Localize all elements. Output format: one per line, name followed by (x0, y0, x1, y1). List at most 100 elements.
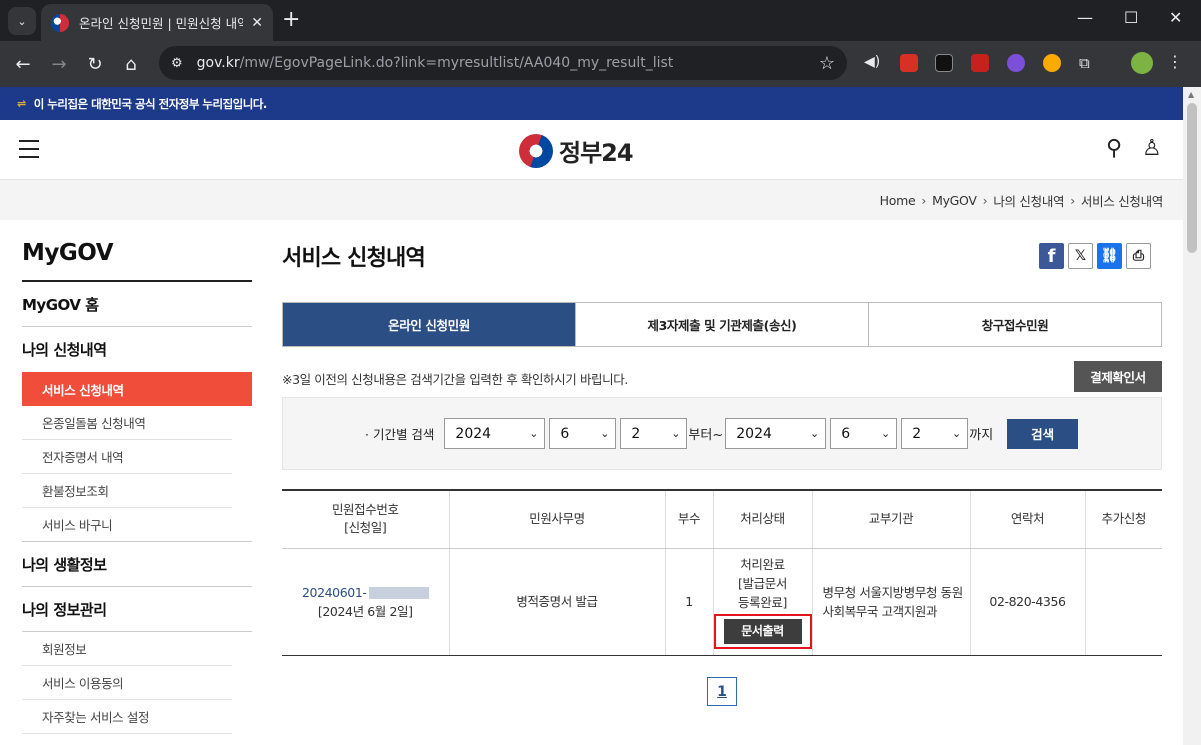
page-title: 서비스 신청내역 (282, 246, 426, 271)
address-bar[interactable]: ⚙ gov.kr/mw/EgovPageLink.do?link=myresul… (159, 46, 847, 80)
chevron-down-icon: ⌄ (881, 427, 891, 440)
breadcrumb-mygov[interactable]: MyGOV (932, 193, 977, 208)
extensions-puzzle-icon[interactable]: ⧉ (1079, 54, 1097, 72)
sidebar-item-favorites[interactable]: 자주찾는 서비스 설정 (22, 700, 232, 734)
profile-avatar[interactable] (1131, 52, 1153, 74)
sidebar-item-e-certificates[interactable]: 전자증명서 내역 (22, 440, 232, 474)
extension-video-icon[interactable] (971, 54, 989, 72)
results-table: 민원접수번호 [신청일] 민원사무명 부수 처리상태 교부기관 연락처 추가신청 … (282, 489, 1162, 656)
search-button[interactable]: 검색 (1007, 418, 1079, 449)
reload-button[interactable]: ↻ (81, 50, 109, 78)
extension-purple-icon[interactable] (1007, 54, 1025, 72)
x-twitter-icon[interactable]: 𝕏 (1068, 243, 1093, 269)
chevron-down-icon: ⌄ (600, 427, 610, 440)
close-tab-icon[interactable]: ✕ (251, 15, 263, 31)
request-date: [2024년 6월 2일] (317, 603, 413, 619)
minimize-button[interactable]: — (1077, 8, 1093, 27)
gov-mark-icon: ⇌ (17, 97, 26, 110)
sidebar-item-member-info[interactable]: 회원정보 (22, 632, 232, 666)
status-line-1: 처리완료 (740, 556, 785, 572)
site-header: 정부24 ⚲ ♙ (0, 120, 1183, 180)
chevron-right-icon: › (1070, 192, 1075, 208)
header-contact: 연락처 (970, 490, 1086, 549)
sidebar-item-notifications[interactable]: 알림 수신동의 (22, 734, 232, 745)
facebook-icon[interactable]: f (1039, 243, 1064, 269)
sidebar-item-service-requests[interactable]: 서비스 신청내역 (22, 372, 252, 406)
gov-favicon-icon (51, 13, 69, 32)
tab-third-party[interactable]: 제3자제출 및 기관제출(송신) (576, 303, 869, 346)
redacted-number (368, 587, 429, 599)
header-copies: 부수 (665, 490, 714, 549)
sidebar-group-life-info[interactable]: 나의 생활정보 (22, 542, 252, 587)
search-label: · 기간별 검색 (365, 427, 435, 442)
chevron-down-icon: ⌄ (529, 427, 539, 440)
site-logo[interactable]: 정부24 (519, 133, 634, 168)
request-number-link[interactable]: 20240601- (302, 585, 429, 600)
bookmark-star-icon[interactable]: ☆ (819, 53, 835, 74)
payment-confirmation-button[interactable]: 결제확인서 (1074, 361, 1162, 392)
cell-copies: 1 (665, 548, 714, 656)
speaker-icon[interactable]: ◀) (864, 54, 882, 72)
sidebar-group-my-requests[interactable]: 나의 신청내역 (22, 327, 252, 372)
sidebar: MyGOV MyGOV 홈 나의 신청내역 서비스 신청내역 온종일돌봄 신청내… (22, 240, 252, 745)
table-row: 20240601- [2024년 6월 2일] 병적증명서 발급 1 처리완료 … (282, 548, 1162, 656)
extension-color-icon[interactable] (1043, 54, 1061, 72)
status-line-2: [발급문서 (738, 575, 787, 591)
scroll-up-icon[interactable]: ▲ (1188, 90, 1194, 99)
page-1-link[interactable]: 1 (707, 677, 737, 706)
header-status: 처리상태 (713, 490, 813, 549)
cell-extra (1085, 548, 1162, 656)
close-window-button[interactable]: ✕ (1169, 8, 1182, 27)
menu-icon[interactable] (19, 140, 39, 158)
link-icon[interactable]: ⛓ (1097, 243, 1122, 269)
new-tab-button[interactable]: + (282, 8, 300, 32)
site-info-icon[interactable]: ⚙ (171, 56, 183, 71)
tab-online-requests[interactable]: 온라인 신청민원 (283, 303, 576, 346)
chevron-right-icon: › (982, 192, 988, 208)
scroll-thumb[interactable] (1187, 103, 1197, 253)
breadcrumb-current[interactable]: 서비스 신청내역 (1081, 191, 1163, 210)
to-month-select[interactable]: 6 ⌄ (830, 418, 898, 449)
chevron-down-icon: ⌄ (810, 427, 820, 440)
period-search-box: · 기간별 검색 2024 ⌄ 6 ⌄ 2 ⌄ 부터~ 2024 ⌄ 6 ⌄ 2 ⌄ 까지 … (282, 397, 1162, 470)
sidebar-item-basket[interactable]: 서비스 바구니 (22, 508, 252, 542)
search-notice: ※3일 이전의 신청내용은 검색기간을 입력한 후 확인하시기 바립니다. (282, 372, 628, 387)
sidebar-item-consent[interactable]: 서비스 이용동의 (22, 666, 232, 700)
header-extra: 추가신청 (1085, 490, 1162, 549)
sidebar-item-allday-care[interactable]: 온종일돌봄 신청내역 (22, 406, 232, 440)
breadcrumb-home[interactable]: Home (880, 193, 916, 208)
print-icon[interactable]: ⎙ (1126, 243, 1151, 269)
cell-status: 처리완료 [발급문서 등록완료] 문서출력 (713, 548, 813, 656)
from-year-select[interactable]: 2024 ⌄ (444, 418, 546, 449)
browser-tabbar: ⌄ 온라인 신청민원 | 민원신청 내역 ✕ + — ☐ ✕ (0, 0, 1201, 41)
tab-title: 온라인 신청민원 | 민원신청 내역 (79, 16, 244, 31)
home-button[interactable]: ⌂ (117, 50, 145, 78)
breadcrumb-my-requests[interactable]: 나의 신청내역 (993, 191, 1064, 210)
sidebar-title: MyGOV (22, 240, 252, 282)
table-header-row: 민원접수번호 [신청일] 민원사무명 부수 처리상태 교부기관 연락처 추가신청 (282, 490, 1162, 549)
user-icon[interactable]: ♙ (1142, 136, 1162, 161)
to-year-select[interactable]: 2024 ⌄ (725, 418, 827, 449)
maximize-button[interactable]: ☐ (1124, 8, 1138, 27)
cell-org: 병무청 서울지방병무청 동원사회복무국 고객지원과 (812, 548, 971, 656)
print-document-button[interactable]: 문서출력 (723, 618, 802, 644)
extension-dark-icon[interactable] (935, 54, 953, 72)
to-day-select[interactable]: 2 ⌄ (901, 418, 969, 449)
page-scrollbar[interactable]: ▲ (1183, 87, 1201, 745)
from-day-select[interactable]: 2 ⌄ (620, 418, 688, 449)
browser-menu-icon[interactable]: ⋮ (1167, 52, 1183, 71)
back-button[interactable]: ← (9, 50, 37, 78)
header-req-no: 민원접수번호 [신청일] (282, 490, 450, 549)
sidebar-item-mygov-home[interactable]: MyGOV 홈 (22, 282, 252, 327)
chevron-down-icon: ⌄ (671, 427, 681, 440)
sidebar-item-refund[interactable]: 환불정보조회 (22, 474, 232, 508)
tab-counter-requests[interactable]: 창구접수민원 (869, 303, 1161, 346)
forward-button[interactable]: → (45, 50, 73, 78)
search-icon[interactable]: ⚲ (1106, 136, 1122, 161)
tab-search-button[interactable]: ⌄ (8, 7, 36, 35)
request-type-tabs: 온라인 신청민원 제3자제출 및 기관제출(송신) 창구접수민원 (282, 302, 1162, 347)
browser-tab[interactable]: 온라인 신청민원 | 민원신청 내역 ✕ (41, 4, 273, 41)
sidebar-group-info-management[interactable]: 나의 정보관리 (22, 587, 252, 632)
extension-red-icon[interactable] (900, 54, 918, 72)
from-month-select[interactable]: 6 ⌄ (549, 418, 617, 449)
